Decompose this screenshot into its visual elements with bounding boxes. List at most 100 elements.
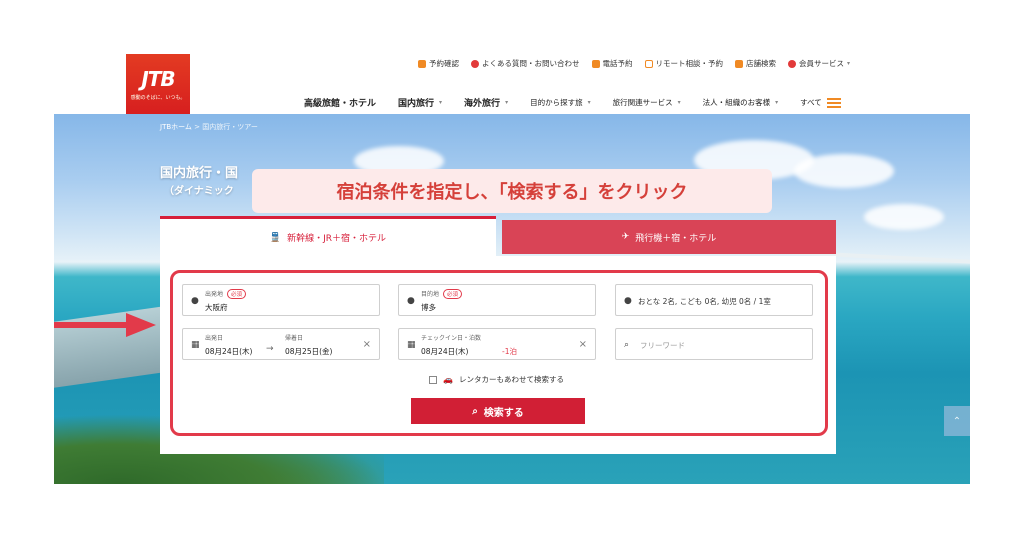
faq-link[interactable]: よくある質問・お問い合わせ bbox=[471, 58, 580, 69]
instruction-banner: 宿泊条件を指定し、「検索する」をクリック bbox=[252, 169, 772, 213]
cloud-decoration bbox=[794, 154, 894, 188]
breadcrumb-current: 国内旅行・ツアー bbox=[202, 123, 258, 131]
user-icon bbox=[788, 59, 796, 68]
jtb-logo[interactable]: JTB 感動のそばに、いつも。 bbox=[126, 54, 190, 114]
phone-reservation-link[interactable]: 電話予約 bbox=[591, 58, 633, 69]
plane-hotel-icon: ✈ bbox=[621, 232, 630, 242]
search-button-label: 検索する bbox=[483, 407, 524, 419]
nav-corporate[interactable]: 法人・組織のお客様 ▾ bbox=[703, 97, 779, 108]
nights-value: -1泊 bbox=[502, 346, 517, 357]
utility-label: 店舗検索 bbox=[746, 59, 776, 68]
destination-label: 目的地 必須 bbox=[421, 289, 463, 299]
breadcrumb: JTBホーム > 国内旅行・ツアー bbox=[160, 122, 258, 132]
chevron-down-icon: ▾ bbox=[505, 99, 509, 106]
rental-car-option[interactable]: 🚗 レンタカーもあわせて検索する bbox=[429, 374, 564, 385]
global-nav: 高級旅館・ホテル 国内旅行 ▾ 海外旅行 ▾ 目的から探す旅 ▾ 旅行関連サービ… bbox=[304, 96, 841, 109]
depart-date-label: 出発日 bbox=[205, 335, 224, 342]
rental-car-label: レンタカーもあわせて検索する bbox=[458, 375, 564, 384]
departure-field[interactable]: ● 出発地 必須 大阪府 bbox=[182, 284, 380, 316]
checkin-value: 08月24日(木) bbox=[421, 347, 469, 356]
chevron-up-icon: ⌃ bbox=[952, 415, 962, 427]
nav-domestic[interactable]: 国内旅行 ▾ bbox=[398, 96, 442, 109]
page-title: 国内旅行・国 bbox=[160, 166, 239, 181]
checkin-field[interactable]: ▦ チェックイン日・泊数 08月24日(木) -1泊 × bbox=[398, 328, 596, 360]
calendar-icon bbox=[418, 59, 426, 68]
utility-label: 電話予約 bbox=[602, 59, 633, 68]
nav-luxury-hotels[interactable]: 高級旅館・ホテル bbox=[304, 96, 376, 109]
freeword-field[interactable]: ⌕ フリーワード bbox=[615, 328, 813, 360]
depart-date-value: 08月24日(木) bbox=[205, 347, 253, 356]
train-hotel-icon: 🚆 bbox=[269, 232, 282, 243]
monitor-icon bbox=[644, 59, 653, 68]
breadcrumb-separator: > bbox=[194, 123, 201, 131]
nav-services[interactable]: 旅行関連サービス ▾ bbox=[613, 97, 681, 108]
search-button[interactable]: ⌕ 検索する bbox=[411, 398, 585, 424]
guests-value: おとな 2名, こども 0名, 幼児 0名 / 1室 bbox=[638, 297, 771, 306]
clear-icon[interactable]: × bbox=[363, 339, 371, 350]
back-to-top-button[interactable]: ⌃ bbox=[944, 406, 970, 436]
car-icon: 🚗 bbox=[443, 375, 453, 384]
destination-label-text: 目的地 bbox=[421, 291, 440, 298]
chevron-down-icon: ▾ bbox=[439, 99, 443, 106]
departure-value: 大阪府 bbox=[205, 303, 228, 312]
help-icon bbox=[471, 59, 479, 68]
tab-flight-hotel[interactable]: ✈ 飛行機＋宿・ホテル bbox=[502, 220, 836, 254]
chevron-down-icon: ▾ bbox=[775, 99, 779, 106]
chevron-down-icon: ▾ bbox=[587, 99, 591, 106]
nav-label: 目的から探す旅 bbox=[530, 98, 583, 107]
phone-icon bbox=[591, 59, 600, 68]
calendar-icon: ▦ bbox=[407, 340, 416, 350]
breadcrumb-home[interactable]: JTBホーム bbox=[160, 123, 192, 131]
nav-label: 法人・組織のお客様 bbox=[702, 98, 771, 107]
guests-field[interactable]: ● おとな 2名, こども 0名, 幼児 0名 / 1室 bbox=[615, 284, 813, 316]
hero: JTBホーム > 国内旅行・ツアー 国内旅行・国 （ダイナミック 宿泊条件を指定… bbox=[54, 114, 970, 484]
tab-label: 飛行機＋宿・ホテル bbox=[635, 233, 717, 244]
search-icon: ⌕ bbox=[472, 405, 478, 417]
chevron-down-icon: ▾ bbox=[677, 99, 681, 106]
utility-label: 予約確認 bbox=[429, 59, 459, 68]
reservation-check-link[interactable]: 予約確認 bbox=[418, 58, 459, 69]
return-date-label: 帰着日 bbox=[285, 335, 304, 342]
store-icon bbox=[735, 59, 743, 68]
required-badge: 必須 bbox=[443, 289, 463, 299]
utility-label: リモート相談・予約 bbox=[655, 59, 724, 68]
nav-label: 国内旅行 bbox=[398, 99, 435, 109]
menu-icon bbox=[826, 97, 841, 108]
remote-consult-link[interactable]: リモート相談・予約 bbox=[644, 58, 724, 69]
store-search-link[interactable]: 店舗検索 bbox=[735, 58, 776, 69]
rental-car-checkbox[interactable] bbox=[429, 375, 437, 384]
travel-dates-field[interactable]: ▦ 出発日 08月24日(木) → 帰着日 08月25日(金) × bbox=[182, 328, 380, 360]
destination-field[interactable]: ● 目的地 必須 博多 bbox=[398, 284, 596, 316]
departure-label-text: 出発地 bbox=[205, 291, 224, 298]
return-date-value: 08月25日(金) bbox=[285, 347, 333, 356]
utility-label: よくある質問・お問い合わせ bbox=[482, 59, 580, 68]
destination-value: 博多 bbox=[421, 303, 436, 312]
arrow-right-icon: → bbox=[266, 344, 274, 354]
departure-label: 出発地 必須 bbox=[205, 289, 247, 299]
arrow-right-icon bbox=[54, 313, 156, 337]
location-pin-icon: ● bbox=[191, 296, 199, 306]
nav-label: 海外旅行 bbox=[464, 99, 501, 109]
calendar-icon: ▦ bbox=[191, 340, 200, 350]
nights-text: -1泊 bbox=[502, 347, 517, 356]
person-icon: ● bbox=[624, 296, 632, 306]
nav-purpose[interactable]: 目的から探す旅 ▾ bbox=[530, 97, 591, 108]
page-subtitle: （ダイナミック bbox=[164, 186, 234, 197]
freeword-placeholder: フリーワード bbox=[640, 341, 685, 350]
nav-all[interactable]: すべて bbox=[800, 97, 841, 108]
nav-label: 旅行関連サービス bbox=[612, 98, 673, 107]
tab-shinkansen-hotel[interactable]: 🚆 新幹線・JR＋宿・ホテル bbox=[160, 216, 496, 256]
logo-tagline: 感動のそばに、いつも。 bbox=[130, 95, 186, 101]
clear-icon[interactable]: × bbox=[579, 339, 587, 350]
page: JTB 感動のそばに、いつも。 予約確認 よくある質問・お問い合わせ 電話予約 … bbox=[0, 0, 1024, 538]
cloud-decoration bbox=[864, 204, 944, 230]
chevron-down-icon: ▾ bbox=[847, 60, 851, 67]
checkin-label: チェックイン日・泊数 bbox=[421, 335, 482, 342]
nav-label: すべて bbox=[800, 98, 822, 107]
required-badge: 必須 bbox=[227, 289, 247, 299]
logo-mark: JTB bbox=[141, 67, 175, 91]
member-service-link[interactable]: 会員サービス ▾ bbox=[788, 58, 850, 69]
nav-overseas[interactable]: 海外旅行 ▾ bbox=[464, 96, 508, 109]
utility-nav: 予約確認 よくある質問・お問い合わせ 電話予約 リモート相談・予約 店舗検索 会… bbox=[418, 58, 850, 69]
utility-label: 会員サービス bbox=[799, 59, 844, 68]
